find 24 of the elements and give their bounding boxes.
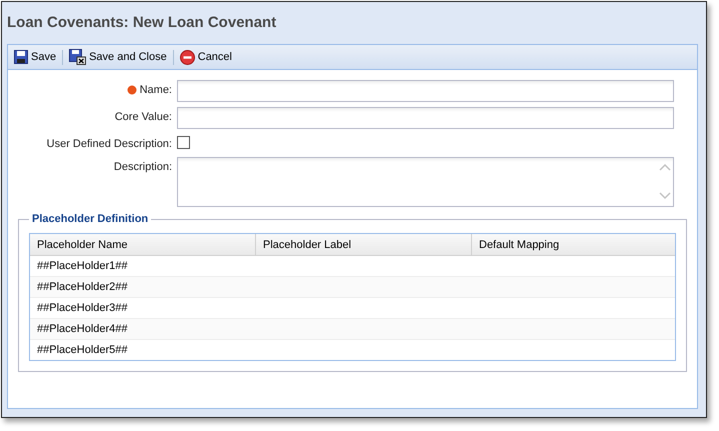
table-cell-text: ##PlaceHolder1## <box>36 259 129 274</box>
field-label: Description: <box>114 161 172 173</box>
column-header[interactable]: Default Mapping <box>472 234 675 255</box>
window-title: Loan Covenants: New Loan Covenant <box>6 13 276 32</box>
floppy-disk-with-x-icon <box>69 49 86 65</box>
checkbox[interactable] <box>177 136 190 149</box>
column-header[interactable]: Placeholder Label <box>256 234 472 255</box>
save-and-close-button[interactable]: Save and Close <box>67 47 169 67</box>
table-cell-text: ##PlaceHolder2## <box>36 280 129 295</box>
field-label: Core Value: <box>114 111 172 123</box>
text-field[interactable] <box>177 80 674 102</box>
table-cell-text: ##PlaceHolder3## <box>36 301 129 316</box>
field-label: Name: <box>140 84 172 96</box>
save-button[interactable]: Save <box>12 48 58 66</box>
cancel-button[interactable]: Cancel <box>178 48 234 66</box>
table-cell-text: ##PlaceHolder5## <box>36 343 129 358</box>
cancel-icon <box>180 50 195 64</box>
required-dot-icon <box>126 85 137 95</box>
description-field[interactable] <box>177 157 674 207</box>
column-header[interactable]: Placeholder Name <box>30 234 256 255</box>
fieldset-title: Placeholder Definition <box>31 213 150 225</box>
table-cell-text: ##PlaceHolder4## <box>36 322 129 337</box>
text-field[interactable] <box>177 107 674 129</box>
field-label: User Defined Description: <box>46 138 172 150</box>
